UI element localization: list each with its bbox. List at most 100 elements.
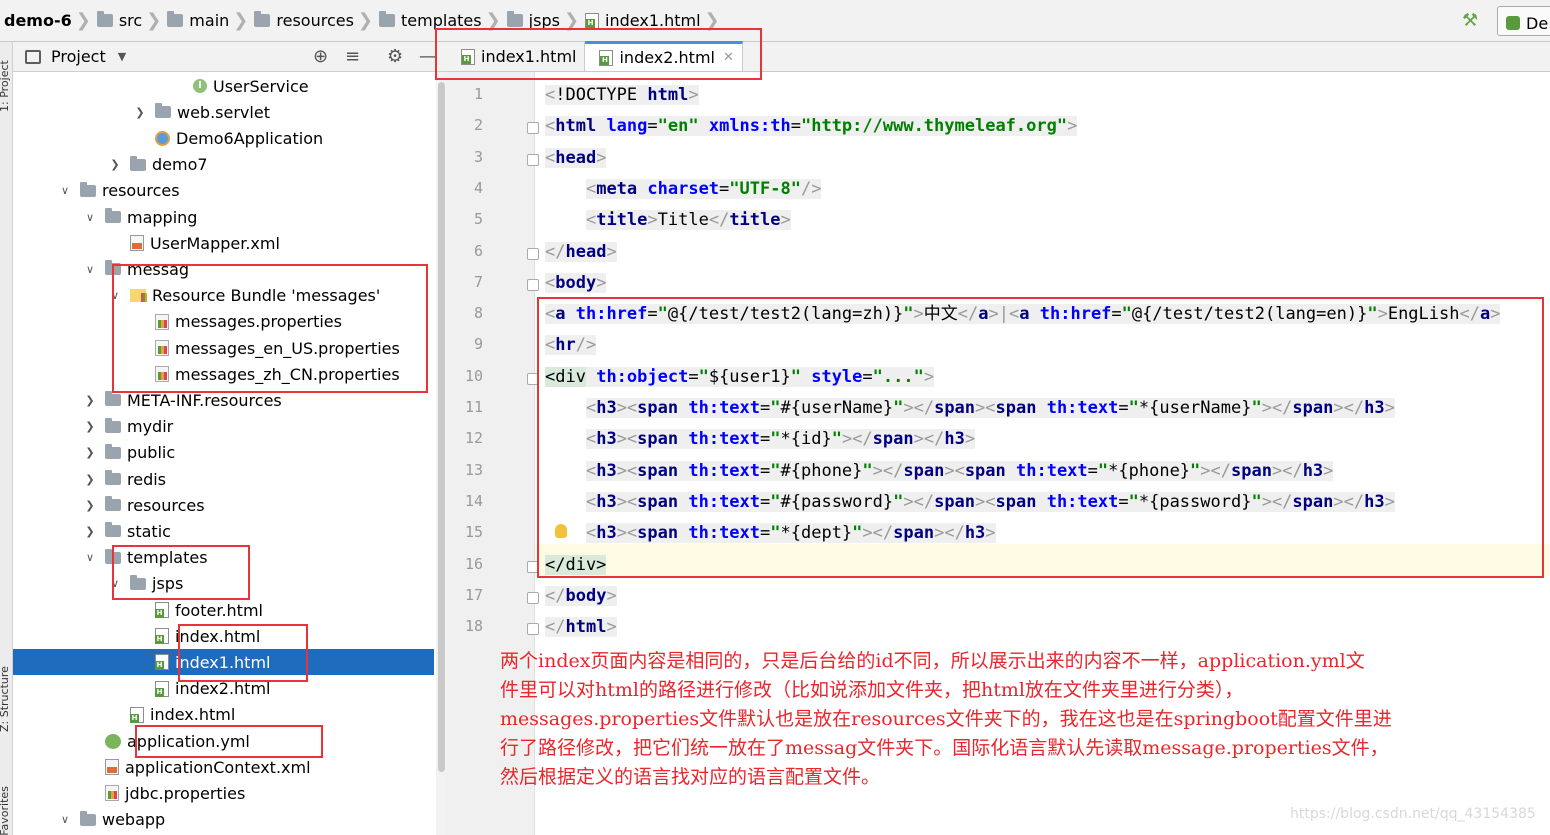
breadcrumb-item[interactable]: main ❯ [167, 0, 254, 41]
tree-item[interactable]: ❯ mydir [13, 414, 434, 440]
chevron-right-icon[interactable]: ❯ [108, 158, 122, 171]
html-file-icon [155, 654, 169, 671]
chevron-right-icon[interactable]: ❯ [83, 499, 97, 512]
breadcrumb-item[interactable]: src ❯ [96, 0, 167, 41]
fold-marker-icon[interactable] [527, 591, 539, 604]
tree-item-label: jdbc.properties [125, 783, 246, 803]
code-token: </ [545, 617, 566, 638]
code-token: > [780, 210, 791, 231]
chevron-right-icon[interactable]: ❯ [83, 420, 97, 433]
fold-marker-icon[interactable] [527, 153, 539, 166]
chevron-down-icon[interactable]: ∨ [58, 813, 72, 826]
code-token: head [565, 241, 607, 262]
code-token: = [647, 116, 658, 137]
breadcrumb-label: demo-6 [4, 11, 72, 30]
project-tool-tab[interactable]: 1: Project [0, 60, 11, 112]
fold-marker-icon[interactable] [527, 247, 539, 260]
folder-icon [105, 417, 121, 433]
code-token: > [596, 272, 607, 293]
highlight-box-messages-folder [112, 264, 428, 393]
code-token: lang [606, 116, 648, 137]
chevron-down-icon[interactable]: ∨ [83, 263, 97, 276]
chevron-down-icon[interactable]: ∨ [58, 184, 72, 197]
line-number: 4 [473, 178, 483, 197]
tree-item[interactable]: ❯ resources [13, 492, 434, 518]
code-token: !DOCTYPE [555, 85, 648, 105]
line-number: 1 [473, 85, 483, 103]
run-config-icon [1506, 16, 1520, 30]
tree-item-label: resources [102, 181, 180, 201]
tree-item[interactable]: I UserService [13, 73, 434, 99]
tree-item-label: UserService [213, 76, 309, 96]
code-token [698, 116, 709, 137]
tree-item[interactable]: ❯ demo7 [13, 152, 434, 178]
annotation-line: 两个index页面内容是相同的，只是后台给的id不同，所以展示出来的内容不一样，… [500, 650, 1365, 672]
tree-item[interactable]: ❯ static [13, 518, 434, 544]
code-line: <html lang="en" xmlns:th="http://www.thy… [545, 113, 1078, 139]
tree-item[interactable]: applicationContext.xml [13, 754, 434, 780]
fold-marker-icon[interactable] [527, 122, 539, 135]
line-number: 5 [473, 210, 483, 229]
run-config-label: De [1526, 13, 1549, 33]
structure-tool-tab[interactable]: Z: Structure [0, 666, 11, 732]
code-token: = [719, 178, 730, 199]
tree-item[interactable]: ❯ web.servlet [13, 99, 434, 125]
tree-item[interactable]: ❯ public [13, 440, 434, 466]
tree-item[interactable]: ❯ redis [13, 466, 434, 492]
annotation-text: 两个index页面内容是相同的，只是后台给的id不同，所以展示出来的内容不一样，… [500, 647, 1540, 792]
line-number: 12 [464, 429, 483, 448]
breadcrumb-item[interactable]: demo-6 ❯ [4, 0, 97, 41]
project-panel-title[interactable]: Project [51, 47, 106, 66]
breadcrumb: demo-6 ❯ src ❯ main ❯ resources ❯ templates ❯ jsps… [0, 0, 1550, 42]
code-token: </ [708, 210, 730, 231]
code-token: charset [647, 178, 720, 199]
favorites-tool-tab[interactable]: 2: Favorites [0, 786, 11, 835]
chevron-right-icon[interactable]: ❯ [83, 525, 97, 538]
code-token: /> [800, 178, 822, 199]
tree-item-label: META-INF.resources [127, 390, 282, 410]
chevron-right-icon: ❯ [233, 10, 249, 31]
gear-icon[interactable]: ⚙ [387, 46, 403, 67]
code-line: <!DOCTYPE html> [545, 82, 699, 108]
project-view-icon [25, 49, 41, 64]
chevron-down-icon[interactable]: ∨ [83, 551, 97, 564]
chevron-right-icon: ❯ [75, 10, 91, 31]
project-tree-scrollbar[interactable] [436, 72, 447, 835]
breadcrumb-label: main [189, 11, 230, 30]
line-number: 3 [473, 147, 483, 166]
breadcrumb-item[interactable]: resources ❯ [254, 0, 379, 41]
fold-marker-icon[interactable] [527, 278, 539, 291]
scrollbar-thumb[interactable] [438, 82, 445, 772]
folder-icon [105, 496, 121, 512]
folder-icon [167, 11, 184, 27]
tree-item[interactable]: Demo6Application [13, 125, 434, 151]
chevron-right-icon[interactable]: ❯ [83, 473, 97, 486]
folder-icon [105, 443, 121, 459]
chevron-right-icon[interactable]: ❯ [83, 394, 97, 407]
tree-item[interactable]: index.html [13, 702, 434, 728]
collapse-all-icon[interactable]: ≡ [345, 46, 360, 67]
tree-item[interactable]: ∨ resources [13, 178, 434, 204]
chevron-down-icon[interactable]: ▼ [118, 50, 126, 63]
tree-item[interactable]: footer.html [13, 597, 434, 623]
chevron-right-icon[interactable]: ❯ [83, 446, 97, 459]
line-number: 16 [464, 554, 483, 573]
code-token: = [790, 116, 801, 137]
line-number: 6 [473, 241, 483, 260]
code-line: </html> [545, 614, 617, 640]
tree-item-label: resources [127, 495, 205, 515]
run-configuration-selector[interactable]: De [1497, 6, 1550, 36]
tree-item-label: UserMapper.xml [150, 233, 280, 253]
chevron-right-icon[interactable]: ❯ [133, 106, 147, 119]
code-token: < [545, 147, 556, 168]
line-number: 10 [464, 366, 483, 385]
tree-item[interactable]: UserMapper.xml [13, 230, 434, 256]
tree-item[interactable]: ∨ webapp [13, 807, 434, 833]
tree-item[interactable]: jdbc.properties [13, 780, 434, 806]
tree-item[interactable]: ∨ mapping [13, 204, 434, 230]
chevron-down-icon[interactable]: ∨ [83, 211, 97, 224]
tree-item-label: demo7 [152, 155, 208, 175]
build-hammer-icon[interactable]: ⚒ [1462, 10, 1478, 31]
fold-marker-icon[interactable] [527, 623, 539, 636]
locate-target-icon[interactable]: ⊕ [313, 46, 328, 67]
